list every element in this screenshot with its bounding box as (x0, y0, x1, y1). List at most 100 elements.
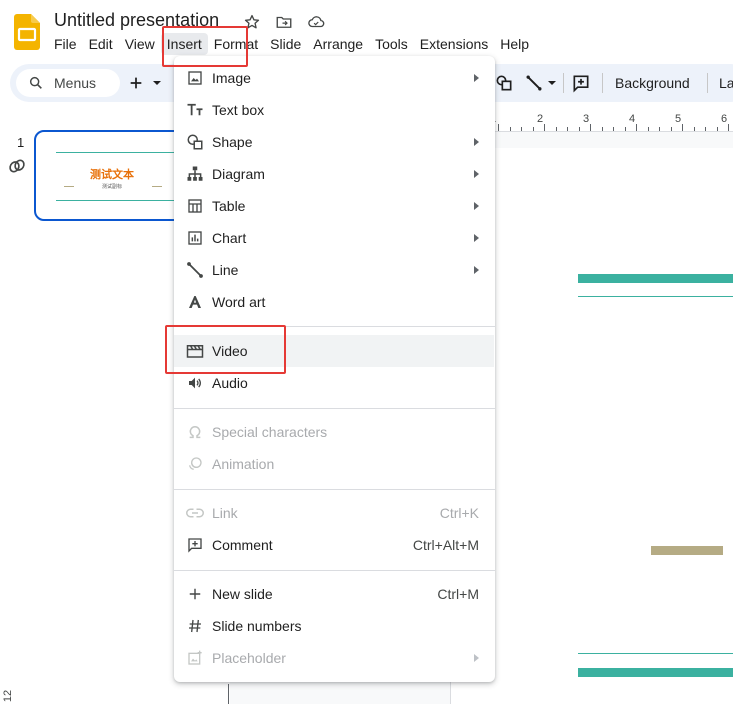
menu-slide[interactable]: Slide (264, 33, 307, 55)
slide-number: 1 (17, 135, 25, 150)
submenu-arrow-icon (474, 266, 479, 274)
menu-item-placeholder[interactable]: Placeholder (174, 642, 495, 674)
menu-item-text-box[interactable]: Text box (174, 94, 495, 126)
ruler-tick (636, 124, 637, 131)
toolbar-divider (563, 73, 564, 93)
toolbar-divider (602, 73, 603, 93)
menu-help[interactable]: Help (494, 33, 535, 55)
menu-item-shape[interactable]: Shape (174, 126, 495, 158)
menu-edit[interactable]: Edit (83, 33, 119, 55)
shape-tool-button[interactable] (494, 71, 514, 95)
ruler-tick (578, 127, 580, 131)
slide-bottom-line[interactable] (578, 653, 733, 654)
add-comment-button[interactable] (571, 71, 591, 95)
menu-item-shortcut: Ctrl+K (439, 505, 479, 521)
menu-arrange[interactable]: Arrange (307, 33, 369, 55)
menu-tools[interactable]: Tools (369, 33, 414, 55)
menu-item-word-art[interactable]: Word art (174, 286, 495, 318)
menu-item-label: Placeholder (212, 650, 286, 666)
menu-item-slide-numbers[interactable]: Slide numbers (174, 610, 495, 642)
menu-item-label: Text box (212, 102, 265, 118)
search-icon (29, 76, 42, 89)
vertical-ruler-label: 12 (2, 689, 15, 703)
slide-top-bar[interactable] (578, 274, 733, 283)
menu-separator (174, 408, 495, 409)
move-to-folder-icon[interactable] (274, 12, 294, 32)
menu-item-new-slide[interactable]: New slide Ctrl+M (174, 578, 495, 610)
ruler-tick (555, 127, 557, 131)
menu-item-link[interactable]: Link Ctrl+K (174, 497, 495, 529)
menu-item-chart[interactable]: Chart (174, 222, 495, 254)
ruler-label: 6 (721, 113, 728, 125)
menu-item-label: Audio (212, 375, 248, 391)
text-box-icon (186, 101, 204, 119)
menu-item-label: Chart (212, 230, 247, 246)
menu-extensions[interactable]: Extensions (414, 33, 494, 55)
audio-icon (186, 374, 204, 392)
linked-slide-icon[interactable] (7, 156, 27, 176)
new-slide-dropdown[interactable] (152, 71, 162, 95)
ruler-label: 2 (537, 113, 544, 125)
ruler-label: 4 (629, 113, 636, 125)
ruler-tick (567, 127, 568, 131)
thumb-subtitle: 测试副标 (102, 184, 123, 190)
background-button[interactable]: Background (615, 71, 690, 95)
slide-bottom-bar[interactable] (578, 668, 733, 677)
ruler-tick (682, 124, 683, 131)
submenu-arrow-icon (474, 654, 479, 662)
menu-item-shortcut: Ctrl+M (437, 586, 479, 602)
ruler-label: 3 (583, 113, 590, 125)
cloud-saved-icon[interactable] (306, 12, 326, 32)
animation-icon (186, 455, 204, 473)
line-icon (186, 261, 204, 279)
ruler-tick (532, 127, 534, 131)
ruler-tick (590, 124, 591, 131)
ruler-tick (693, 127, 695, 131)
line-tool-dropdown[interactable] (547, 71, 557, 95)
submenu-arrow-icon (474, 138, 479, 146)
menu-item-label: New slide (212, 586, 273, 602)
menu-item-label: Slide numbers (212, 618, 302, 634)
menu-item-line[interactable]: Line (174, 254, 495, 286)
ruler-tick (521, 127, 522, 131)
menu-item-special-characters[interactable]: Special characters (174, 416, 495, 448)
menu-file[interactable]: File (48, 33, 83, 55)
menu-item-table[interactable]: Table (174, 190, 495, 222)
video-item-highlight (165, 325, 286, 374)
add-comment-icon (573, 75, 589, 93)
placeholder-icon (186, 649, 204, 667)
submenu-arrow-icon (474, 234, 479, 242)
slide-tan-bar[interactable] (651, 546, 723, 555)
slides-logo-icon[interactable] (14, 14, 40, 50)
menu-view[interactable]: View (119, 33, 161, 55)
menu-item-comment[interactable]: Comment Ctrl+Alt+M (174, 529, 495, 561)
menu-item-label: Word art (212, 294, 266, 310)
menu-item-label: Link (212, 505, 238, 521)
ruler-tick (613, 127, 614, 131)
menu-item-shortcut: Ctrl+Alt+M (412, 537, 479, 553)
layout-button[interactable]: La (719, 71, 733, 95)
menu-item-animation[interactable]: Animation (174, 448, 495, 480)
ruler-tick (659, 127, 660, 131)
plus-icon (186, 585, 204, 603)
comment-icon (186, 536, 204, 554)
slide-top-line[interactable] (578, 296, 733, 297)
search-menus-button[interactable]: Menus (16, 69, 120, 97)
ruler-tick (670, 127, 672, 131)
submenu-arrow-icon (474, 202, 479, 210)
ruler-tick (716, 127, 718, 131)
submenu-arrow-icon (474, 170, 479, 178)
new-slide-button[interactable] (128, 71, 144, 95)
thumb-left-dash (64, 186, 74, 187)
hash-icon (186, 617, 204, 635)
menu-item-label: Image (212, 70, 251, 86)
line-tool-button[interactable] (524, 71, 544, 95)
ruler-tick (544, 124, 545, 131)
image-icon (186, 69, 204, 87)
menu-separator (174, 489, 495, 490)
ruler-tick (509, 127, 511, 131)
vertical-ruler-line (228, 684, 229, 704)
ruler-tick (728, 124, 729, 131)
ruler-tick (498, 124, 499, 131)
menu-item-diagram[interactable]: Diagram (174, 158, 495, 190)
